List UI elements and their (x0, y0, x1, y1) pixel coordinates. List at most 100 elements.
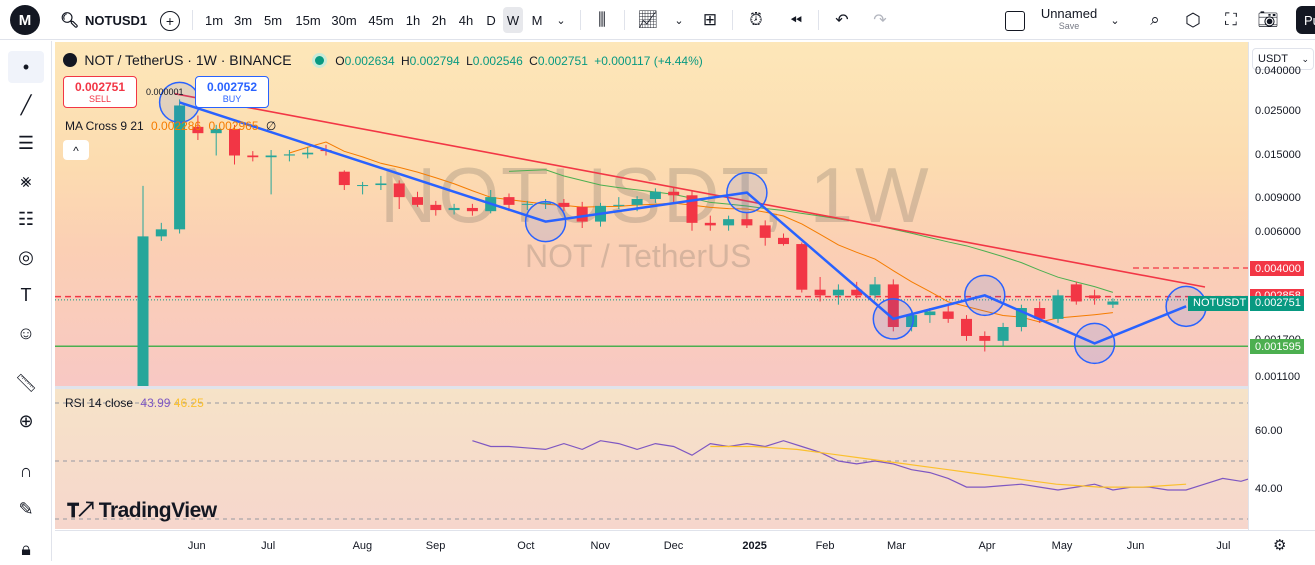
interval-3m[interactable]: 3m (231, 7, 255, 33)
fib-retracement-icon[interactable]: ☰ (8, 127, 44, 159)
cursor-dot-icon[interactable]: • (8, 51, 44, 83)
candle-body (521, 203, 533, 205)
interval-5m[interactable]: 5m (261, 7, 285, 33)
swing-point-circle (726, 171, 768, 214)
candle-body (796, 244, 808, 290)
candle-body (265, 155, 277, 158)
candle-body (814, 289, 826, 296)
settings-gear-icon[interactable]: ⚙ (1273, 536, 1286, 554)
interval-4h[interactable]: 4h (456, 7, 476, 33)
candle-body (338, 171, 350, 186)
candle-body (247, 155, 259, 158)
interval-1m[interactable]: 1m (202, 7, 226, 33)
chevron-down-icon[interactable]: ⌄ (553, 8, 569, 32)
rsi-pane[interactable]: 𝐓↗ TradingView (55, 389, 1248, 529)
price-axis[interactable]: USDT ⌄ 0.040000 0.025000 0.015000 0.009000 0… (1248, 42, 1315, 530)
compare-add-icon[interactable]: + (160, 11, 180, 31)
chevron-down-icon[interactable]: ⌄ (1108, 8, 1122, 32)
candle-body (631, 198, 643, 205)
candle-body (979, 335, 991, 341)
zigzag-trendline (179, 101, 1187, 345)
time-axis[interactable]: Jun Jul Aug Sep Oct Nov Dec 2025 Feb Mar Apr May Jun… (55, 530, 1315, 561)
quick-search-icon[interactable]: ⌕ (1143, 8, 1167, 32)
redo-icon[interactable]: ↷ (868, 8, 892, 32)
time-tick: Feb (815, 540, 835, 552)
emoji-icon[interactable]: ☺ (8, 317, 44, 349)
fullscreen-icon[interactable]: ⛶ (1219, 8, 1243, 32)
pattern-icon[interactable]: ⨳ (8, 165, 44, 197)
lock-icon[interactable]: 🔒︎ (8, 533, 44, 565)
layout-checkbox-icon[interactable] (1005, 11, 1025, 31)
candle-body (778, 237, 789, 245)
interval-1h[interactable]: 1h (403, 7, 423, 33)
settings-gear-icon[interactable]: ⬡ (1181, 8, 1205, 32)
buy-button[interactable]: 0.002752 BUY (195, 76, 269, 108)
candle-body (704, 222, 716, 226)
candle-body (448, 207, 460, 211)
tradingview-branding[interactable]: 𝐓↗ TradingView (67, 499, 217, 523)
candle-body (924, 311, 936, 316)
time-tick: Jul (1216, 540, 1231, 552)
layout-grid-icon[interactable]: ⊞ (698, 8, 722, 32)
price-tick: 0.001100 (1255, 370, 1301, 383)
drawing-mode-icon[interactable]: ✎ (8, 493, 44, 525)
time-tick: Nov (590, 540, 611, 552)
candle-body (412, 197, 423, 205)
zoom-in-icon[interactable]: ⊕ (8, 405, 44, 437)
prediction-tools-icon[interactable]: ☷ (8, 203, 44, 235)
time-tick: Aug (352, 540, 373, 552)
market-status-icon (314, 56, 324, 65)
divider (624, 10, 625, 30)
indicators-icon[interactable]: 📈︎ (636, 8, 660, 32)
interval-45m[interactable]: 45m (366, 7, 396, 33)
divider (732, 10, 733, 30)
sell-button[interactable]: 0.002751 SELL (63, 76, 137, 108)
ruler-icon[interactable]: 📏︎ (8, 367, 44, 399)
symbol-search[interactable]: 🔍︎ NOTUSD1 (60, 8, 147, 32)
swing-point-circle (964, 274, 1006, 317)
geometric-shapes-icon[interactable]: ◎ (8, 241, 44, 273)
collapse-legend-button[interactable]: ^ (63, 140, 89, 160)
swing-point-circle (1073, 322, 1116, 365)
drawing-toolbar: • ╱ ☰ ⨳ ☷ ◎ T ☺ 📏︎ ⊕ ∩ ✎ 🔒︎ (0, 41, 52, 561)
interval-m[interactable]: M (527, 7, 547, 33)
publish-button[interactable]: Pu (1296, 6, 1315, 34)
tradingview-logo-icon: 𝐓↗ (67, 501, 94, 522)
ma-slow-line (508, 169, 1114, 293)
tradingview-logo-icon[interactable]: M (10, 5, 40, 35)
interval-15m[interactable]: 15m (293, 7, 323, 33)
trend-line-icon[interactable]: ╱ (8, 89, 44, 121)
candles-icon[interactable]: ⫼ (590, 8, 614, 32)
legend-title[interactable]: NOT / TetherUS · 1W · BINANCE (84, 52, 291, 68)
search-icon: 🔍︎ (60, 12, 80, 29)
candle-body (832, 289, 844, 296)
divider (580, 10, 581, 30)
candle-body (1107, 301, 1119, 305)
replay-icon[interactable]: ⏪︎ (784, 8, 808, 32)
rsi-tick: 60.00 (1255, 425, 1283, 437)
price-tick: 0.006000 (1255, 226, 1301, 239)
interval-w[interactable]: W (503, 7, 523, 33)
top-toolbar: M 🔍︎ NOTUSD1 + 1m 3m 5m 15m 30m 45m 1h 2h 4h D W M … (0, 0, 1315, 40)
time-tick: Jun (187, 540, 206, 552)
magnet-icon[interactable]: ∩ (8, 455, 44, 487)
candle-body (1052, 295, 1064, 319)
divider (818, 10, 819, 30)
time-tick: Oct (517, 540, 535, 552)
interval-d[interactable]: D (483, 7, 499, 33)
layout-name[interactable]: Unnamed Save (1034, 6, 1104, 31)
spread-value: 0.000001 (146, 87, 184, 97)
interval-2h[interactable]: 2h (429, 7, 449, 33)
price-tick: 0.015000 (1255, 148, 1301, 161)
symbol-price-tag: NOTUSDT (1188, 295, 1248, 311)
text-tool-icon[interactable]: T (8, 279, 44, 311)
candle-body (942, 311, 954, 319)
time-tick: Dec (663, 540, 684, 552)
candle-body (741, 219, 753, 226)
interval-30m[interactable]: 30m (329, 7, 359, 33)
camera-icon[interactable]: 📷︎ (1256, 8, 1280, 32)
legend-change: +0.000117 (+4.44%) (594, 54, 703, 68)
chevron-down-icon[interactable]: ⌄ (672, 8, 686, 32)
alert-icon[interactable]: ⏰︎ (744, 8, 768, 32)
undo-icon[interactable]: ↶ (830, 8, 854, 32)
